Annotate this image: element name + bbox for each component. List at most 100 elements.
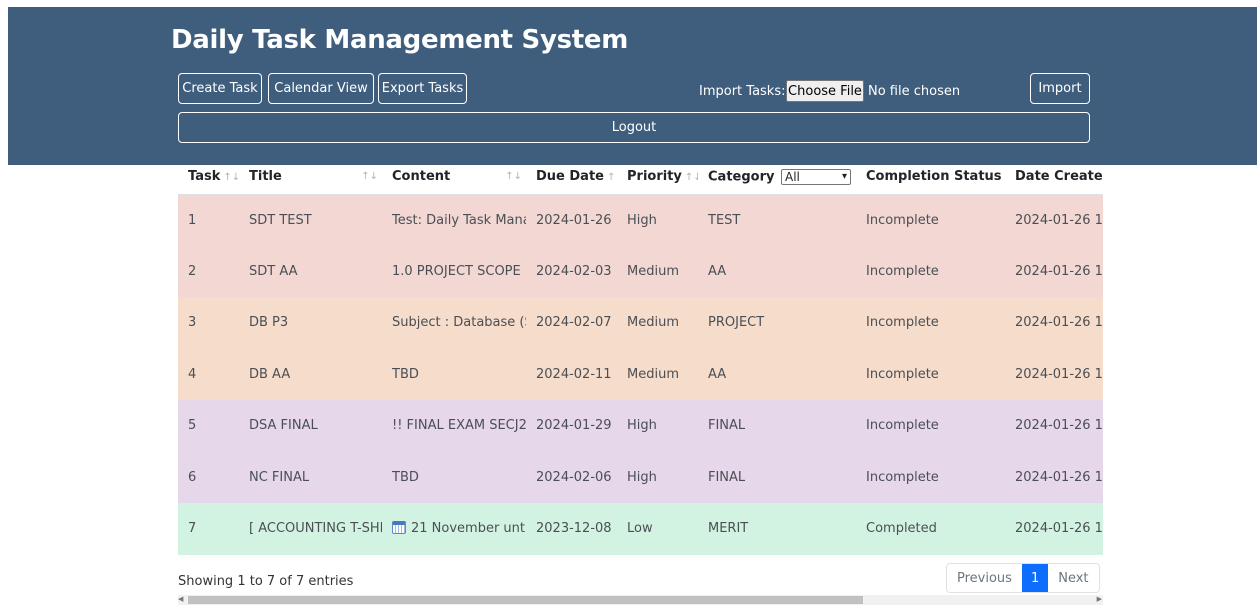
task-table-container: Task↑↓ Title↑↓ Content↑↓ Due Date↑↓ Prio… [178, 160, 1103, 556]
cell-title: DB AA [239, 348, 382, 400]
cell-priority: High [617, 194, 698, 246]
cell-task: 4 [178, 348, 239, 400]
cell-status: Completed [856, 503, 1005, 555]
cell-content: 21 November until [382, 503, 526, 555]
cell-category: AA [698, 348, 856, 400]
next-page-button[interactable]: Next [1048, 564, 1098, 592]
cell-priority: Medium [617, 348, 698, 400]
table-row[interactable]: 1 SDT TEST Test: Daily Task Management 2… [178, 194, 1103, 246]
calendar-icon [392, 521, 406, 535]
create-task-button[interactable]: Create Task [178, 73, 262, 104]
sort-icon: ↑↓ [606, 172, 617, 184]
cell-title: NC FINAL [239, 451, 382, 503]
task-table: Task↑↓ Title↑↓ Content↑↓ Due Date↑↓ Prio… [178, 160, 1103, 555]
file-status-text: No file chosen [868, 83, 961, 99]
table-row[interactable]: 4 DB AA TBD 2024-02-11 Medium AA Incompl… [178, 348, 1103, 400]
column-header-title[interactable]: Title ↑↓ [239, 160, 382, 195]
column-header-date-created[interactable]: Date Created [1005, 160, 1103, 195]
cell-priority: High [617, 451, 698, 503]
import-button[interactable]: Import [1030, 73, 1090, 104]
cell-task: 1 [178, 194, 239, 246]
cell-content: TBD [382, 348, 526, 400]
cell-content: !! FINAL EXAM SECJ2013 [382, 400, 526, 452]
cell-content: Subject : Database (SECD [382, 297, 526, 349]
cell-content: Test: Daily Task Management [382, 194, 526, 246]
cell-category: TEST [698, 194, 856, 246]
scroll-right-icon[interactable]: ▶ [1097, 595, 1102, 605]
sort-icon: ↑↓ [684, 172, 698, 184]
cell-due-date: 2024-02-11 [526, 348, 617, 400]
cell-date-created: 2024-01-26 15: [1005, 194, 1103, 246]
sort-icon: ↑↓ [505, 171, 522, 182]
cell-category: FINAL [698, 400, 856, 452]
column-header-category[interactable]: Category All▾ ↑↓ [698, 160, 856, 195]
export-tasks-button[interactable]: Export Tasks [378, 73, 467, 104]
table-row[interactable]: 5 DSA FINAL !! FINAL EXAM SECJ2013 2024-… [178, 400, 1103, 452]
cell-status: Incomplete [856, 400, 1005, 452]
cell-task: 7 [178, 503, 239, 555]
table-row[interactable]: 2 SDT AA 1.0 PROJECT SCOPE Desc 2024-02-… [178, 245, 1103, 297]
table-info: Showing 1 to 7 of 7 entries [178, 574, 354, 589]
column-header-completion-status[interactable]: Completion Status↑↓ [856, 160, 1005, 195]
cell-title: DSA FINAL [239, 400, 382, 452]
cell-date-created: 2024-01-26 15: [1005, 348, 1103, 400]
cell-status: Incomplete [856, 451, 1005, 503]
cell-date-created: 2024-01-26 15: [1005, 400, 1103, 452]
cell-due-date: 2024-02-06 [526, 451, 617, 503]
cell-category: PROJECT [698, 297, 856, 349]
app-title: Daily Task Management System [171, 25, 629, 55]
cell-content: TBD [382, 451, 526, 503]
cell-task: 5 [178, 400, 239, 452]
cell-task: 6 [178, 451, 239, 503]
cell-task: 3 [178, 297, 239, 349]
cell-status: Incomplete [856, 348, 1005, 400]
cell-priority: Low [617, 503, 698, 555]
cell-date-created: 2024-01-26 16: [1005, 451, 1103, 503]
pagination: Previous 1 Next [946, 563, 1100, 593]
cell-date-created: 2024-01-26 16: [1005, 503, 1103, 555]
cell-task: 2 [178, 245, 239, 297]
category-filter-select[interactable]: All ▾ [781, 168, 851, 185]
column-header-priority[interactable]: Priority ↑↓ [617, 160, 698, 195]
cell-due-date: 2024-02-07 [526, 297, 617, 349]
page: Daily Task Management System Create Task… [0, 0, 1257, 605]
column-header-task[interactable]: Task ↑↓ [178, 160, 239, 195]
previous-page-button[interactable]: Previous [947, 564, 1022, 592]
cell-title: [ ACCOUNTING T-SHIRT [239, 503, 382, 555]
page-1-button[interactable]: 1 [1021, 564, 1049, 592]
cell-status: Incomplete [856, 245, 1005, 297]
cell-date-created: 2024-01-26 15: [1005, 245, 1103, 297]
cell-title: SDT AA [239, 245, 382, 297]
calendar-view-button[interactable]: Calendar View [268, 73, 374, 104]
chevron-down-icon: ▾ [841, 170, 847, 182]
column-header-content[interactable]: Content ↑↓ [382, 160, 526, 195]
table-row[interactable]: 7 [ ACCOUNTING T-SHIRT 21 November until… [178, 503, 1103, 555]
cell-due-date: 2023-12-08 [526, 503, 617, 555]
cell-category: AA [698, 245, 856, 297]
cell-due-date: 2024-01-26 [526, 194, 617, 246]
cell-status: Incomplete [856, 297, 1005, 349]
table-row[interactable]: 3 DB P3 Subject : Database (SECD 2024-02… [178, 297, 1103, 349]
cell-priority: Medium [617, 245, 698, 297]
app-header: Daily Task Management System Create Task… [8, 7, 1257, 165]
table-header-row: Task↑↓ Title↑↓ Content↑↓ Due Date↑↓ Prio… [178, 160, 1103, 195]
logout-button[interactable]: Logout [178, 112, 1090, 143]
cell-priority: High [617, 400, 698, 452]
column-header-due-date[interactable]: Due Date↑↓ [526, 160, 617, 195]
table-row[interactable]: 6 NC FINAL TBD 2024-02-06 High FINAL Inc… [178, 451, 1103, 503]
cell-content: 1.0 PROJECT SCOPE Desc [382, 245, 526, 297]
import-tasks-label: Import Tasks: [699, 83, 786, 99]
cell-due-date: 2024-02-03 [526, 245, 617, 297]
scroll-left-icon[interactable]: ◀ [178, 595, 183, 605]
cell-title: DB P3 [239, 297, 382, 349]
cell-category: FINAL [698, 451, 856, 503]
sort-icon: ↑↓ [223, 172, 239, 184]
horizontal-scrollbar[interactable]: ◀ ▶ [178, 595, 1103, 605]
cell-title: SDT TEST [239, 194, 382, 246]
cell-category: MERIT [698, 503, 856, 555]
cell-date-created: 2024-01-26 15: [1005, 297, 1103, 349]
cell-status: Incomplete [856, 194, 1005, 246]
scrollbar-thumb[interactable] [188, 596, 863, 604]
choose-file-button[interactable]: Choose File [786, 80, 864, 102]
cell-due-date: 2024-01-29 [526, 400, 617, 452]
